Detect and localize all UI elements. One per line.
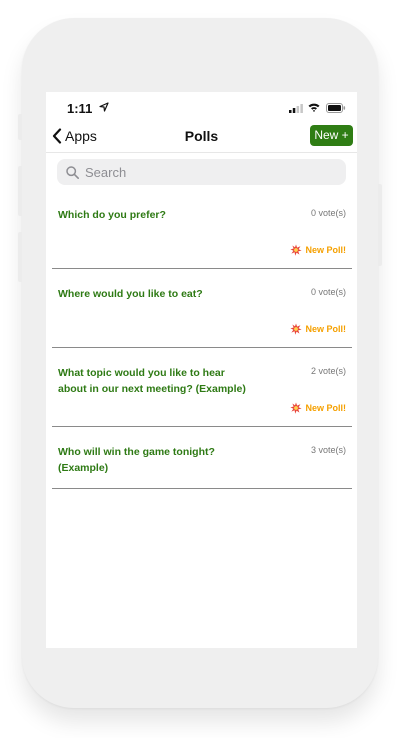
mute-switch xyxy=(18,114,22,140)
search-bar[interactable] xyxy=(57,159,346,185)
poll-item[interactable]: Who will win the game tonight? (Example)… xyxy=(52,427,352,489)
new-poll-icon xyxy=(290,323,303,335)
signal-icon xyxy=(289,104,303,113)
status-time: 1:11 xyxy=(67,101,93,116)
power-button xyxy=(378,184,382,266)
search-icon xyxy=(66,165,79,179)
location-arrow-icon xyxy=(99,102,109,112)
new-poll-label: New Poll! xyxy=(305,403,346,413)
new-poll-button[interactable]: New + xyxy=(310,125,353,146)
app-screen: 1:11 Apps Polls New + Search Which do yo… xyxy=(46,92,357,648)
wifi-icon xyxy=(308,103,320,112)
poll-item[interactable]: Which do you prefer? 0 vote(s) New Poll! xyxy=(52,190,352,269)
volume-up-button xyxy=(18,166,22,216)
poll-list: Which do you prefer? 0 vote(s) New Poll!… xyxy=(52,190,352,489)
new-poll-badge: New Poll! xyxy=(290,244,346,256)
poll-vote-count: 2 vote(s) xyxy=(310,366,346,376)
new-poll-icon xyxy=(290,402,303,414)
new-poll-badge: New Poll! xyxy=(290,402,346,414)
poll-vote-count: 3 vote(s) xyxy=(310,445,346,455)
battery-icon xyxy=(326,103,346,113)
poll-question: What topic would you like to hear about … xyxy=(58,367,246,395)
navigation-bar: Apps Polls New + xyxy=(46,122,357,153)
status-bar: 1:11 xyxy=(46,92,357,122)
new-poll-icon xyxy=(290,244,303,256)
poll-vote-count: 0 vote(s) xyxy=(310,208,346,218)
poll-question: Who will win the game tonight? (Example) xyxy=(58,446,215,474)
new-poll-badge: New Poll! xyxy=(290,323,346,335)
poll-item[interactable]: What topic would you like to hear about … xyxy=(52,348,352,427)
poll-question: Which do you prefer? xyxy=(58,209,166,221)
search-input[interactable] xyxy=(85,164,335,180)
new-poll-label: New Poll! xyxy=(305,245,346,255)
poll-vote-count: 0 vote(s) xyxy=(310,287,346,297)
poll-item[interactable]: Where would you like to eat? 0 vote(s) N… xyxy=(52,269,352,348)
new-poll-label: New Poll! xyxy=(305,324,346,334)
volume-down-button xyxy=(18,232,22,282)
poll-question: Where would you like to eat? xyxy=(58,288,203,300)
